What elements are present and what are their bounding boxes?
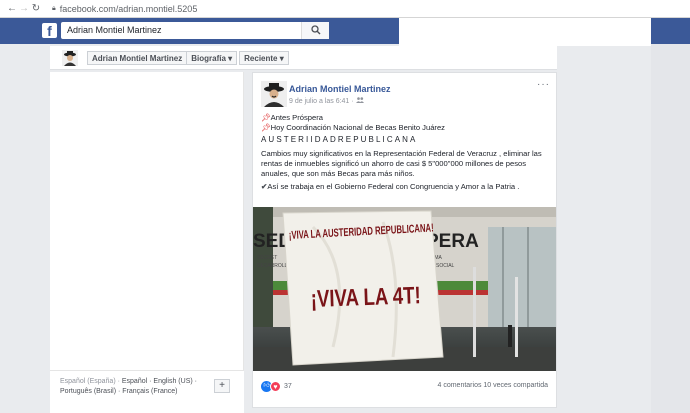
header-blank-area [399, 18, 651, 46]
post-closing-text: Así se trabaja en el Gobierno Federal co… [267, 182, 520, 191]
pin-icon: 📌︎ [261, 113, 271, 122]
author-avatar[interactable] [261, 81, 287, 107]
reactions-count[interactable]: 37 [284, 383, 292, 390]
post-line-1: 📌︎Antes Próspera [261, 113, 553, 123]
post-closing: ✔Así se trabaja en el Gobierno Federal c… [261, 182, 553, 192]
lang-separator-2: · [192, 378, 197, 385]
post-hashtag-line: AUSTERIIDADREPUBLICANA [261, 135, 418, 144]
forward-arrow-icon[interactable]: → [18, 3, 30, 14]
friends-icon [355, 97, 364, 105]
left-column [50, 72, 244, 370]
avatar[interactable] [62, 49, 78, 66]
facebook-logo-icon[interactable]: f [42, 23, 57, 39]
post-text: 📌︎Antes Próspera 📌︎Hoy Coordinación Naci… [261, 113, 553, 192]
address-bar[interactable]: facebook.com/adrian.montiel.5205 [60, 4, 198, 14]
lang-espana[interactable]: Español (España) · [60, 378, 122, 385]
pin-icon: 📌︎ [261, 123, 271, 132]
post-date[interactable]: 9 de julio a las 6:41 · [289, 97, 364, 105]
profile-name-button[interactable]: Adrian Montiel Martinez [87, 50, 188, 65]
right-gutter [651, 44, 690, 413]
tab-reciente[interactable]: Reciente ▾ [239, 50, 289, 65]
banner-text-2: ¡VIVA LA 4T! [310, 282, 421, 313]
language-links: Español (España) · Español · English (US… [50, 370, 244, 413]
search-value: Adrian Montiel Martinez [67, 25, 162, 35]
lock-icon: 🔒︎ [52, 4, 56, 12]
post-line-2: 📌︎Hoy Coordinación Nacional de Becas Ben… [261, 123, 553, 133]
search-input[interactable]: Adrian Montiel Martinez [61, 22, 329, 39]
wall-small-left-2: DESARROLL [257, 263, 288, 269]
lang-english[interactable]: English (US) [153, 378, 192, 385]
post-photo[interactable]: SEDI SECRET DESARROLL PERA AMA N SOCIAL … [253, 207, 556, 371]
post-footer: 👍︎ ♥ 37 4 comentarios 10 veces compartid… [253, 375, 556, 407]
love-icon: ♥ [270, 381, 281, 392]
post-author[interactable]: Adrian Montiel Martinez [289, 84, 391, 94]
post-date-text[interactable]: 9 de julio a las 6:41 · [289, 98, 356, 105]
add-language-button[interactable]: + [214, 379, 230, 393]
post-stats[interactable]: 4 comentarios 10 veces compartida [438, 382, 549, 389]
search-icon[interactable] [301, 22, 329, 39]
back-arrow-icon[interactable]: ← [6, 3, 18, 14]
lang-espanol[interactable]: Español [122, 378, 147, 385]
reactions[interactable]: 👍︎ ♥ 37 [261, 381, 292, 392]
timeline-subheader: Adrian Montiel Martinez Biografía ▾ Reci… [50, 46, 557, 70]
more-icon[interactable]: ··· [537, 79, 550, 90]
post-paragraph: Cambios muy significativos en la Represe… [261, 149, 542, 178]
post-card: Adrian Montiel Martinez 9 de julio a las… [252, 72, 557, 408]
post-line-2-text: Hoy Coordinación Nacional de Becas Benit… [270, 123, 445, 132]
post-line-1-text: Antes Próspera [270, 113, 323, 122]
browser-toolbar: ← → ↻ 🔒︎ facebook.com/adrian.montiel.520… [0, 0, 690, 18]
reload-icon[interactable]: ↻ [30, 3, 42, 14]
protest-banner-image: SEDI SECRET DESARROLL PERA AMA N SOCIAL … [253, 207, 556, 371]
wall-small-left-1: SECRET [257, 255, 277, 261]
tab-biografia[interactable]: Biografía ▾ [186, 50, 238, 65]
